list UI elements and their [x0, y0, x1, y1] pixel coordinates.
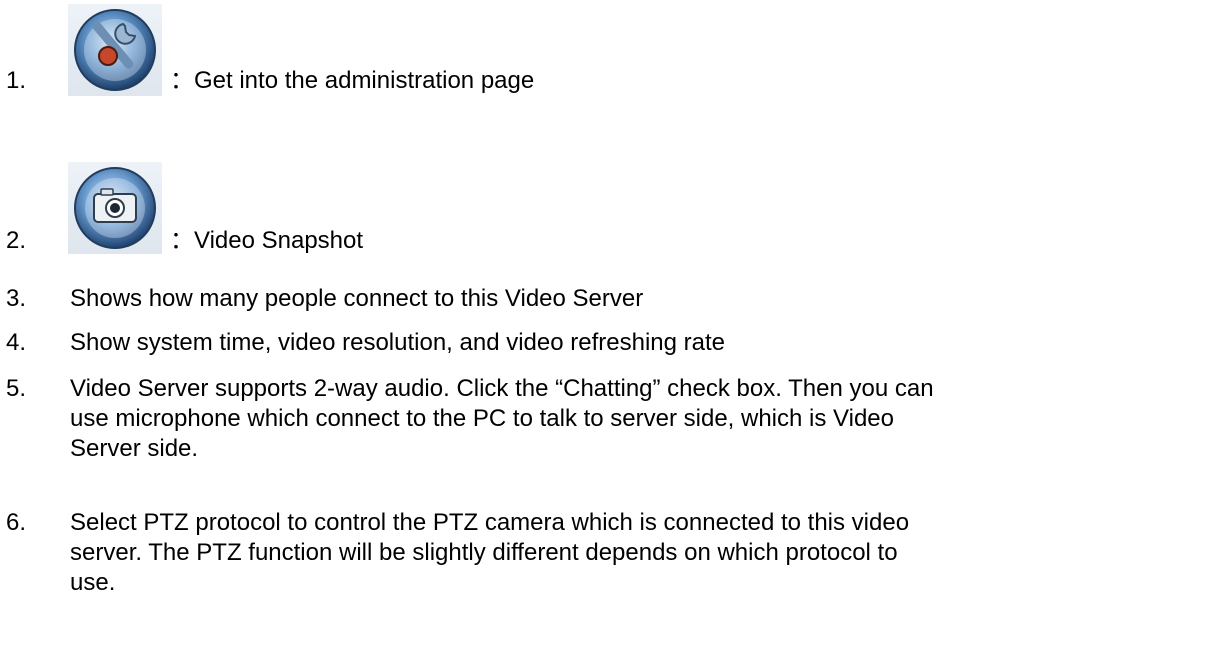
item-number: 6. [6, 509, 27, 536]
item-description: Select PTZ protocol to control the PTZ c… [70, 508, 1206, 598]
item-description: Shows how many people connect to this Vi… [70, 285, 644, 312]
item-line: Select PTZ protocol to control the PTZ c… [70, 509, 910, 536]
item-number: 5. [6, 375, 27, 402]
item-number: 4. [6, 329, 27, 356]
item-description: Show system time, video resolution, and … [70, 329, 725, 356]
item-line: server. The PTZ function will be slightl… [70, 539, 898, 566]
camera-snapshot-icon [74, 167, 156, 249]
wrench-tools-icon [74, 9, 156, 91]
item-description: ：Video Snapshot [170, 227, 364, 254]
item-description: Video Server supports 2-way audio. Click… [70, 374, 1206, 464]
item-description: ：Get into the administration page [170, 67, 535, 94]
admin-button-icon [68, 4, 162, 96]
item-line: use. [70, 569, 116, 596]
item-line: use microphone which connect to the PC t… [70, 405, 894, 432]
item-number: 3. [6, 285, 27, 312]
item-line: Server side. [70, 435, 199, 462]
item-line: Video Server supports 2-way audio. Click… [70, 375, 934, 402]
item-number: 2. [6, 227, 27, 254]
item-number: 1. [6, 67, 27, 94]
snapshot-button-icon [68, 162, 162, 254]
